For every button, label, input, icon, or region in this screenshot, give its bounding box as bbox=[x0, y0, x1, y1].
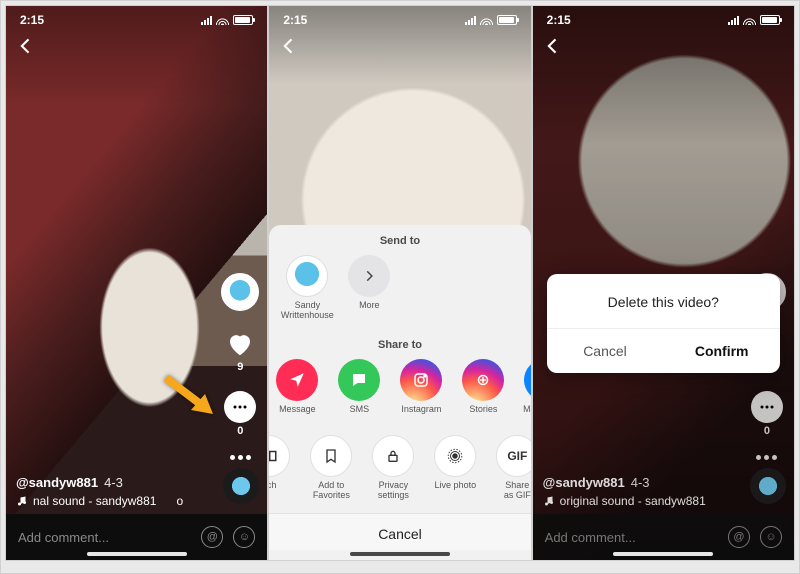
signal-icon bbox=[201, 15, 212, 25]
wifi-icon bbox=[743, 15, 756, 25]
modal-title: Delete this video? bbox=[547, 274, 780, 328]
tool-favorites[interactable]: Add to Favorites bbox=[307, 435, 355, 501]
livephoto-icon bbox=[434, 435, 476, 477]
sound-disc[interactable] bbox=[750, 468, 786, 504]
status-time: 2:15 bbox=[20, 13, 44, 27]
sound-label[interactable]: nal sound - sandyw881 o bbox=[16, 494, 207, 508]
lock-icon bbox=[372, 435, 414, 477]
comment-icon bbox=[224, 391, 256, 423]
battery-icon bbox=[497, 15, 517, 25]
home-indicator bbox=[350, 552, 450, 556]
status-bar: 2:15 bbox=[269, 6, 530, 30]
more-contacts-button[interactable]: More bbox=[345, 255, 393, 321]
comment-button[interactable]: 0 bbox=[224, 391, 256, 437]
bookmark-icon bbox=[310, 435, 352, 477]
signal-icon bbox=[465, 15, 476, 25]
tutorial-composite: 2:15 9 0 @sandyw8814-3 bbox=[0, 0, 800, 574]
like-button[interactable]: 9 bbox=[225, 329, 255, 373]
profile-avatar[interactable] bbox=[221, 273, 259, 311]
messenger-icon bbox=[524, 359, 530, 401]
stitch-icon bbox=[269, 435, 290, 477]
tool-livephoto[interactable]: Live photo bbox=[431, 435, 479, 501]
status-time: 2:15 bbox=[283, 13, 307, 27]
share-to-row[interactable]: Message SMS Instagram Stories bbox=[269, 357, 530, 433]
share-instagram[interactable]: Instagram bbox=[397, 359, 445, 425]
share-message[interactable]: Message bbox=[273, 359, 321, 425]
battery-icon bbox=[760, 15, 780, 25]
username-label[interactable]: @sandyw8814-3 bbox=[543, 475, 734, 490]
tool-privacy[interactable]: Privacy settings bbox=[369, 435, 417, 501]
share-sms[interactable]: SMS bbox=[335, 359, 383, 425]
contact-avatar-icon bbox=[286, 255, 328, 297]
paper-plane-icon bbox=[276, 359, 318, 401]
video-meta: @sandyw8814-3 nal sound - sandyw881 o bbox=[16, 475, 207, 508]
home-indicator bbox=[613, 552, 713, 556]
screen-share-sheet: 2:15 Send to Sandy Writtenhouse More Sha… bbox=[268, 5, 531, 561]
send-to-heading: Send to bbox=[269, 225, 530, 253]
post-date: 4-3 bbox=[104, 475, 123, 490]
status-icons bbox=[465, 15, 517, 25]
status-bar: 2:15 bbox=[533, 6, 794, 30]
back-button[interactable] bbox=[279, 36, 299, 56]
more-options-button[interactable] bbox=[230, 455, 251, 460]
wifi-icon bbox=[480, 15, 493, 25]
emoji-icon[interactable]: ☺ bbox=[760, 526, 782, 548]
like-count: 9 bbox=[237, 361, 243, 373]
comment-count: 0 bbox=[764, 425, 770, 437]
action-rail: 9 0 bbox=[221, 273, 259, 460]
tool-stitch[interactable]: itch bbox=[269, 435, 293, 501]
status-icons bbox=[728, 15, 780, 25]
username-label[interactable]: @sandyw8814-3 bbox=[16, 475, 207, 490]
contact-sandy[interactable]: Sandy Writtenhouse bbox=[283, 255, 331, 321]
back-button[interactable] bbox=[16, 36, 36, 56]
status-icons bbox=[201, 15, 253, 25]
back-button[interactable] bbox=[543, 36, 563, 56]
video-meta: @sandyw8814-3 original sound - sandyw881 bbox=[543, 475, 734, 508]
signal-icon bbox=[728, 15, 739, 25]
modal-cancel-button[interactable]: Cancel bbox=[547, 329, 664, 373]
more-options-button[interactable] bbox=[756, 455, 777, 460]
share-stories[interactable]: Stories bbox=[459, 359, 507, 425]
comment-count: 0 bbox=[237, 425, 243, 437]
battery-icon bbox=[233, 15, 253, 25]
options-sheet: Send to Sandy Writtenhouse More Share to… bbox=[269, 225, 530, 560]
gif-icon: GIF bbox=[496, 435, 530, 477]
cancel-button[interactable]: Cancel bbox=[269, 513, 530, 550]
screen-confirm-delete: 2:15 9 0 Delete this video? Cancel Conf bbox=[532, 5, 795, 561]
send-to-row: Sandy Writtenhouse More bbox=[269, 253, 530, 329]
comment-placeholder: Add comment... bbox=[545, 530, 718, 545]
annotation-arrow bbox=[161, 370, 221, 420]
share-messenger[interactable]: Messenger bbox=[521, 359, 530, 425]
home-indicator bbox=[87, 552, 187, 556]
share-to-heading: Share to bbox=[269, 329, 530, 357]
wifi-icon bbox=[216, 15, 229, 25]
stories-icon bbox=[462, 359, 504, 401]
comment-placeholder: Add comment... bbox=[18, 530, 191, 545]
chevron-right-icon bbox=[348, 255, 390, 297]
sound-label[interactable]: original sound - sandyw881 bbox=[543, 494, 734, 508]
screen-video-view: 2:15 9 0 @sandyw8814-3 bbox=[5, 5, 268, 561]
emoji-icon[interactable]: ☺ bbox=[233, 526, 255, 548]
sms-bubble-icon bbox=[338, 359, 380, 401]
mention-icon[interactable]: @ bbox=[201, 526, 223, 548]
ellipsis-icon bbox=[756, 455, 777, 460]
tools-row[interactable]: itch Add to Favorites Privacy settings L… bbox=[269, 433, 530, 509]
instagram-icon bbox=[400, 359, 442, 401]
status-bar: 2:15 bbox=[6, 6, 267, 30]
status-time: 2:15 bbox=[547, 13, 571, 27]
post-date: 4-3 bbox=[631, 475, 650, 490]
mention-icon[interactable]: @ bbox=[728, 526, 750, 548]
ellipsis-icon bbox=[230, 455, 251, 460]
confirm-delete-modal: Delete this video? Cancel Confirm bbox=[547, 274, 780, 373]
music-note-icon bbox=[543, 495, 555, 507]
music-note-icon bbox=[16, 495, 28, 507]
comment-button[interactable]: 0 bbox=[751, 391, 783, 437]
tool-gif[interactable]: GIF Share as GIF bbox=[493, 435, 530, 501]
comment-icon bbox=[751, 391, 783, 423]
modal-confirm-button[interactable]: Confirm bbox=[663, 329, 780, 373]
